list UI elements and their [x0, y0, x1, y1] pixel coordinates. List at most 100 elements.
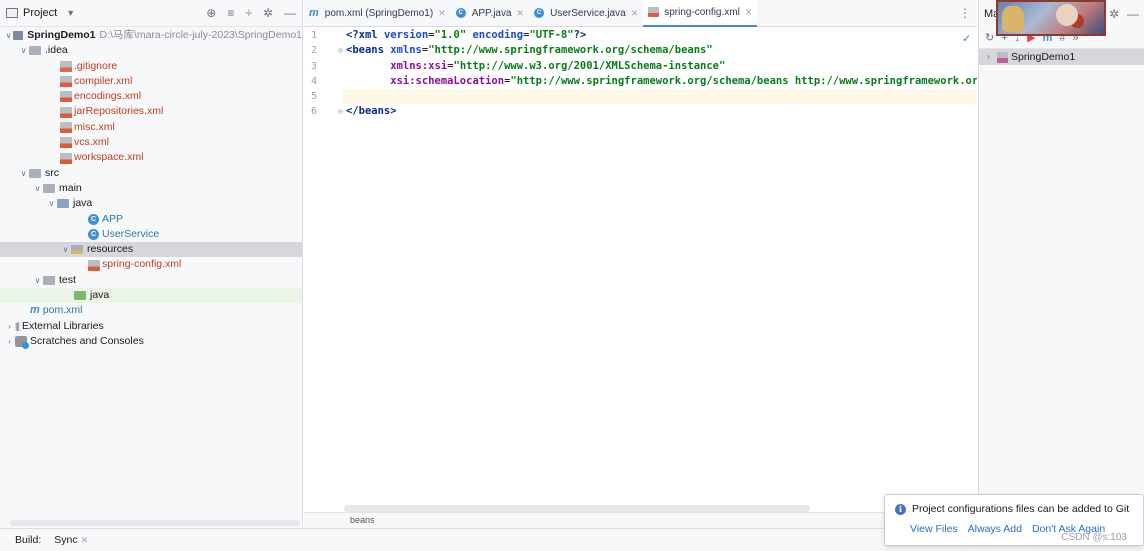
tree-item-gitignore[interactable]: .gitignore: [0, 59, 302, 74]
git-notification: i Project configurations files can be ad…: [884, 494, 1144, 546]
tree-item-test[interactable]: ∨ test: [0, 273, 302, 288]
tree-item-pom-xml[interactable]: m pom.xml: [0, 303, 302, 318]
project-horizontal-scrollbar[interactable]: [10, 520, 300, 526]
view-files-link[interactable]: View Files: [910, 523, 958, 535]
line-number: 6 ⊖: [304, 104, 343, 119]
chevron-down-icon[interactable]: ∨: [60, 242, 71, 257]
chevron-down-icon[interactable]: ∨: [18, 166, 29, 181]
tree-item-label: .idea: [45, 44, 68, 57]
tree-item-idea[interactable]: ∨ .idea: [0, 43, 302, 58]
close-icon[interactable]: ✕: [745, 7, 753, 18]
chevron-right-icon[interactable]: ›: [4, 319, 15, 334]
token: xmlns:xsi: [390, 59, 448, 72]
inspection-ok-icon[interactable]: ✓: [962, 32, 971, 45]
token: <?: [346, 29, 359, 41]
tree-item-resources[interactable]: ∨ resources: [0, 242, 302, 258]
code-line-3: xmlns:xsi="http://www.w3.org/2001/XMLSch…: [342, 59, 977, 74]
breadcrumb-item[interactable]: beans: [350, 515, 375, 525]
maven-project-item[interactable]: › SpringDemo1: [979, 49, 1144, 65]
tree-item-external-libraries[interactable]: › ||| External Libraries: [0, 319, 302, 334]
tab-sync[interactable]: Sync ✕: [49, 534, 93, 546]
tab-userservice-java[interactable]: C UserService.java ✕: [529, 0, 643, 27]
tree-item-compiler-xml[interactable]: compiler.xml: [0, 74, 302, 89]
locate-icon[interactable]: ⊕: [206, 6, 216, 20]
tree-item-java-test[interactable]: java: [0, 288, 302, 304]
breadcrumb[interactable]: beans: [304, 512, 977, 528]
folder-icon: [43, 184, 55, 194]
test-folder-icon: [74, 291, 86, 301]
minimize-icon[interactable]: —: [1127, 7, 1139, 21]
resources-folder-icon: [71, 245, 83, 255]
xml-file-icon: [648, 7, 660, 17]
tab-app-java[interactable]: C APP.java ✕: [451, 0, 529, 27]
line-number: 5: [311, 91, 318, 103]
tree-item-label: src: [45, 166, 59, 179]
tree-item-jarrepositories-xml[interactable]: jarRepositories.xml: [0, 104, 302, 119]
tree-item-label: test: [59, 273, 76, 286]
library-icon: |||: [15, 320, 20, 331]
build-label: Build:: [15, 534, 42, 546]
code-line-4: xsi:schemaLocation="http://www.springfra…: [342, 74, 977, 89]
folder-icon: [29, 168, 41, 178]
editor-horizontal-scrollbar[interactable]: [344, 505, 810, 512]
token: "UTF-8": [529, 29, 574, 41]
chevron-right-icon[interactable]: ›: [983, 49, 994, 65]
tree-item-app[interactable]: C APP: [0, 212, 302, 227]
xml-file-icon: [60, 106, 72, 118]
tree-item-label: External Libraries: [22, 319, 104, 332]
chevron-down-icon[interactable]: ∨: [4, 28, 13, 43]
tree-item-spring-config-xml[interactable]: spring-config.xml: [0, 257, 302, 272]
tree-item-label: main: [59, 181, 82, 194]
chevron-down-icon[interactable]: ∨: [32, 273, 43, 288]
project-view-selector[interactable]: Project ▼: [6, 7, 75, 19]
tree-item-label: spring-config.xml: [102, 258, 182, 271]
gitignore-file-icon: [60, 60, 72, 72]
gear-icon[interactable]: ✲: [1109, 7, 1119, 21]
chevron-down-icon[interactable]: ∨: [18, 43, 29, 58]
chevron-down-icon[interactable]: ∨: [32, 181, 43, 196]
close-icon[interactable]: ✕: [517, 8, 525, 19]
always-add-link[interactable]: Always Add: [968, 523, 1022, 535]
tree-item-main[interactable]: ∨ main: [0, 181, 302, 196]
tree-item-misc-xml[interactable]: misc.xml: [0, 120, 302, 135]
chevron-right-icon[interactable]: ›: [4, 334, 15, 349]
chevron-down-icon: ▼: [66, 8, 76, 18]
token: xmlns: [383, 44, 422, 57]
close-icon[interactable]: ✕: [631, 8, 639, 19]
tree-item-encodings-xml[interactable]: encodings.xml: [0, 89, 302, 104]
tree-item-workspace-xml[interactable]: workspace.xml: [0, 150, 302, 165]
token: "1.0": [434, 29, 467, 41]
reload-icon[interactable]: ↻: [985, 31, 994, 44]
collapse-all-icon[interactable]: ≡: [227, 6, 234, 20]
tree-item-springdemo1[interactable]: ∨ SpringDemo1 D:\马库\mara-circle-july-202…: [0, 28, 302, 43]
project-tool-window: Project ▼ ⊕ ≡ ÷ ✲ — ∨ SpringDemo1 D:\马库\…: [0, 0, 303, 528]
tree-item-vcs-xml[interactable]: vcs.xml: [0, 135, 302, 150]
line-number: 1: [311, 30, 318, 41]
token: <beans: [346, 44, 384, 57]
token: version: [377, 29, 429, 41]
code-editor[interactable]: <?xml version="1.0" encoding="UTF-8"?> <…: [342, 28, 977, 512]
close-icon[interactable]: ✕: [81, 535, 89, 546]
tree-item-scratches[interactable]: › Scratches and Consoles: [0, 334, 302, 350]
tab-spring-config-xml[interactable]: spring-config.xml ✕: [643, 0, 758, 27]
gear-icon[interactable]: ✲: [263, 6, 273, 20]
tree-item-src[interactable]: ∨ src: [0, 166, 302, 181]
tree-item-java-main[interactable]: ∨ java: [0, 196, 302, 211]
token: "http://www.springframework.org/schema/b…: [428, 44, 713, 57]
tab-pom-xml[interactable]: m pom.xml (SpringDemo1) ✕: [304, 0, 451, 27]
minimize-icon[interactable]: —: [284, 6, 296, 20]
expand-all-icon[interactable]: ÷: [245, 6, 252, 20]
more-icon[interactable]: ⋮: [959, 6, 977, 20]
token: encoding: [466, 29, 524, 41]
maven-project-icon: [997, 51, 1008, 63]
tree-item-userservice[interactable]: C UserService: [0, 227, 302, 242]
maven-tool-window: Ma ✲ — ↻ + ↓ ▶ m # » › SpringDemo1: [978, 0, 1144, 528]
chevron-down-icon[interactable]: ∨: [46, 196, 57, 211]
tree-item-label: java: [90, 289, 110, 302]
token: ?>: [573, 29, 587, 41]
tree-item-label: APP: [102, 212, 124, 225]
line-number: 2 ⊖: [304, 43, 343, 58]
close-icon[interactable]: ✕: [438, 8, 446, 19]
tree-item-label: Scratches and Consoles: [30, 334, 144, 347]
notification-message: Project configurations files can be adde…: [912, 503, 1130, 515]
